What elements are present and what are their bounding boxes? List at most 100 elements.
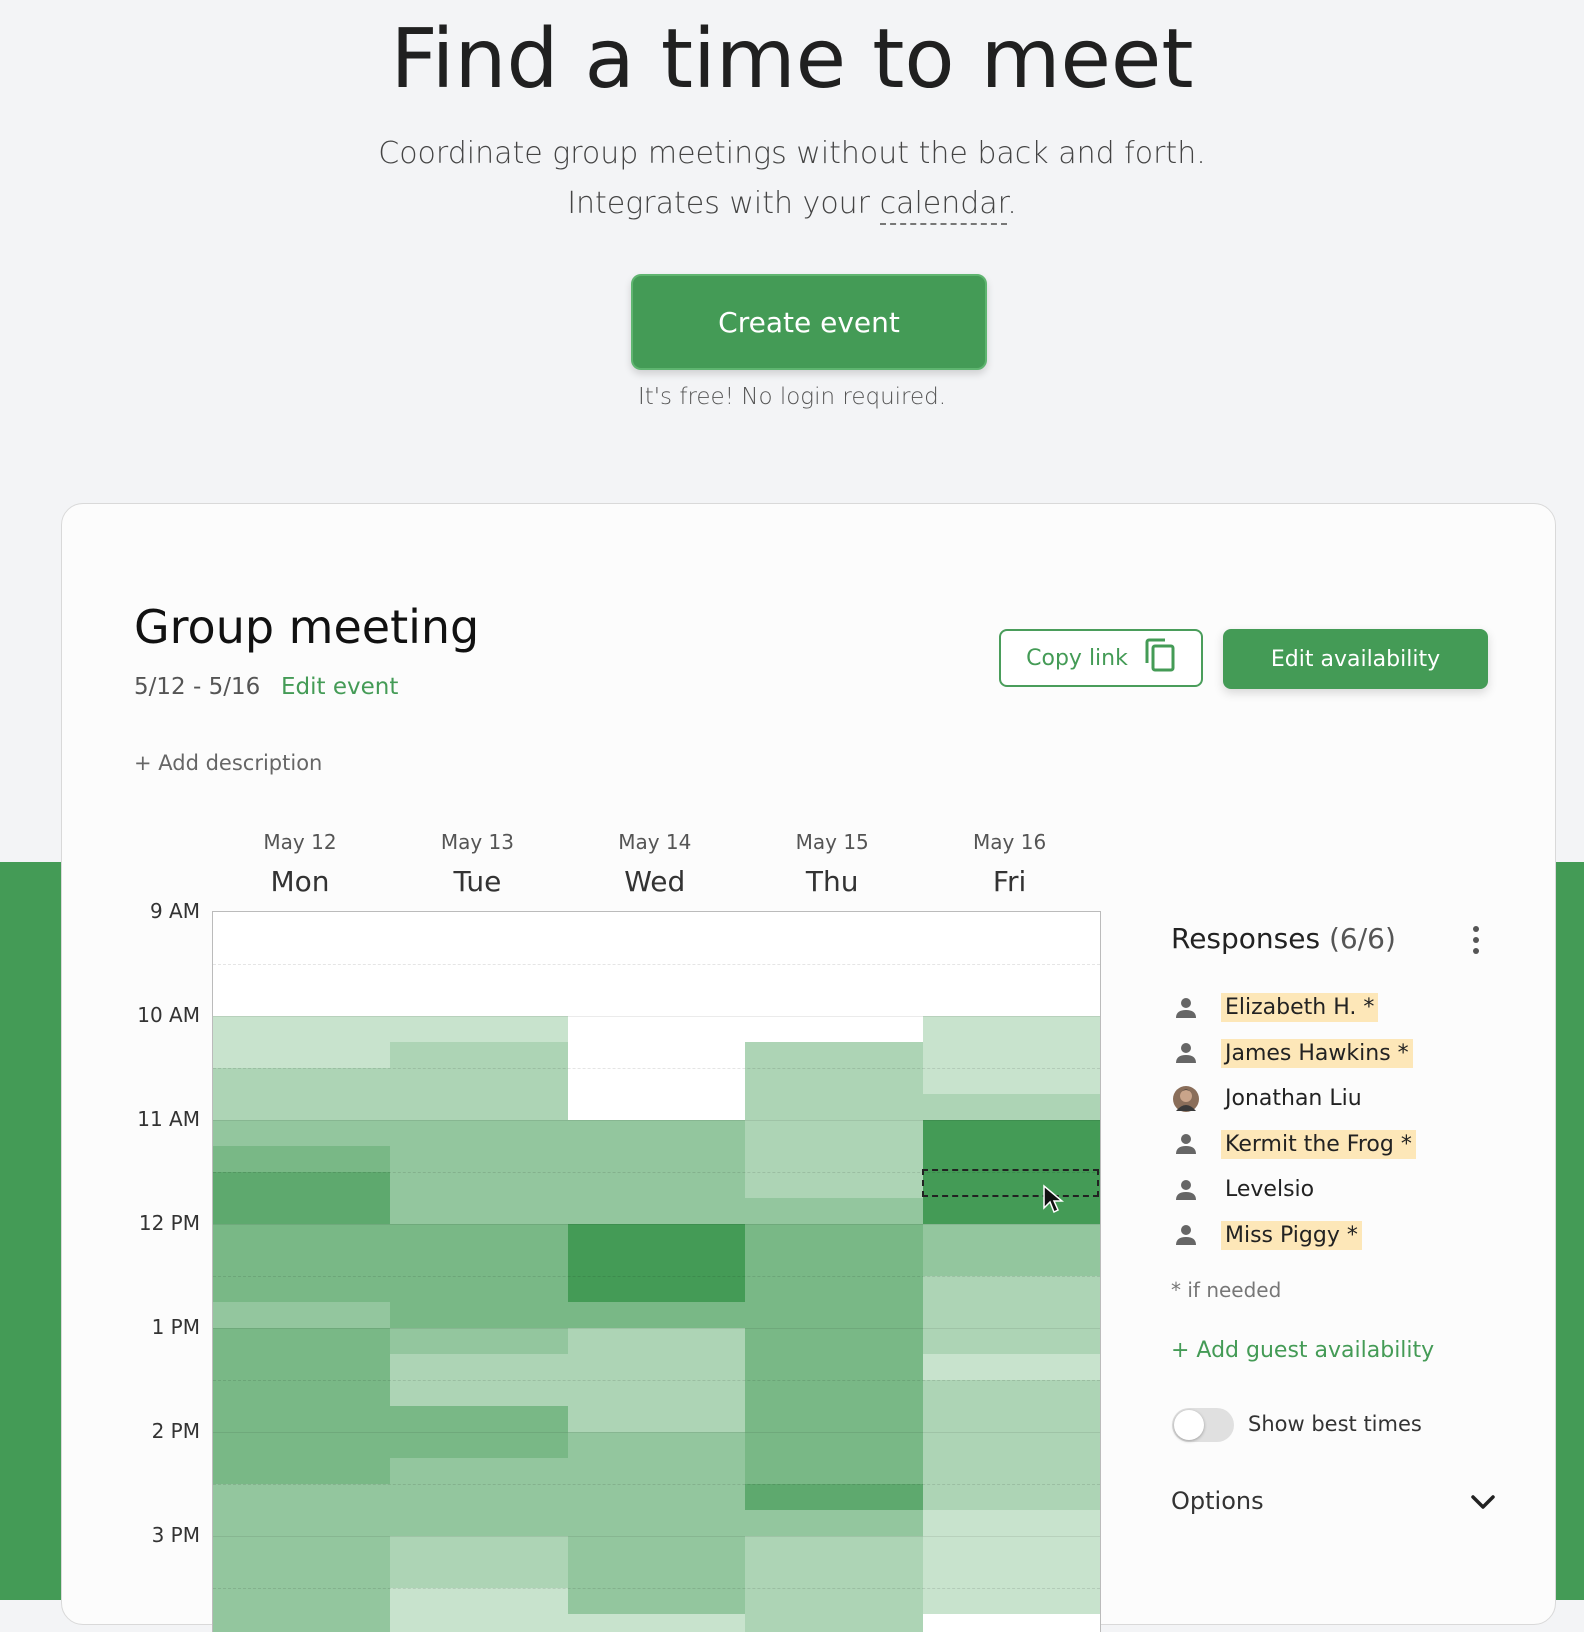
time-slot[interactable]: [213, 1406, 391, 1433]
time-slot[interactable]: [567, 990, 746, 1017]
time-slot[interactable]: [745, 1198, 923, 1225]
time-slot[interactable]: [390, 1250, 568, 1277]
more-options-icon[interactable]: [1470, 925, 1482, 955]
time-slot[interactable]: [567, 1042, 746, 1069]
edit-availability-button[interactable]: Edit availability: [1223, 629, 1488, 689]
time-slot[interactable]: [213, 1172, 391, 1199]
time-slot[interactable]: [213, 1250, 391, 1277]
time-slot[interactable]: [745, 1588, 923, 1615]
time-slot[interactable]: [745, 1276, 923, 1303]
time-slot[interactable]: [213, 1484, 391, 1511]
time-slot[interactable]: [745, 1562, 923, 1589]
time-slot[interactable]: [567, 1146, 746, 1173]
time-slot[interactable]: [390, 990, 568, 1017]
time-slot[interactable]: [567, 912, 746, 939]
time-slot[interactable]: [745, 1146, 923, 1173]
response-row[interactable]: Elizabeth H. *: [1171, 985, 1416, 1031]
time-slot[interactable]: [922, 1120, 1100, 1147]
time-slot[interactable]: [745, 1406, 923, 1433]
time-slot[interactable]: [567, 1380, 746, 1407]
time-slot[interactable]: [567, 1458, 746, 1485]
time-slot[interactable]: [922, 1016, 1100, 1043]
time-slot[interactable]: [745, 1042, 923, 1069]
time-slot[interactable]: [567, 1016, 746, 1043]
time-slot[interactable]: [390, 1432, 568, 1459]
time-slot[interactable]: [213, 1042, 391, 1069]
time-slot[interactable]: [745, 1016, 923, 1043]
time-slot[interactable]: [922, 1068, 1100, 1095]
time-slot[interactable]: [213, 1068, 391, 1095]
response-row[interactable]: Jonathan Liu: [1171, 1076, 1416, 1122]
day-column-wed[interactable]: [567, 912, 747, 1632]
time-slot[interactable]: [213, 1094, 391, 1121]
time-slot[interactable]: [567, 1198, 746, 1225]
chevron-down-icon[interactable]: [1470, 1492, 1496, 1512]
time-slot[interactable]: [567, 1354, 746, 1381]
time-slot[interactable]: [390, 1016, 568, 1043]
time-slot[interactable]: [390, 1276, 568, 1303]
time-slot[interactable]: [390, 1068, 568, 1095]
time-slot[interactable]: [922, 1614, 1100, 1632]
time-slot[interactable]: [390, 1406, 568, 1433]
time-slot[interactable]: [745, 1250, 923, 1277]
time-slot[interactable]: [922, 1588, 1100, 1615]
time-slot[interactable]: [745, 912, 923, 939]
time-slot[interactable]: [213, 938, 391, 965]
time-slot[interactable]: [922, 1380, 1100, 1407]
time-slot[interactable]: [567, 1302, 746, 1329]
time-slot[interactable]: [745, 1094, 923, 1121]
time-slot[interactable]: [213, 990, 391, 1017]
time-slot[interactable]: [745, 1614, 923, 1632]
day-column-thu[interactable]: [745, 912, 924, 1632]
time-slot[interactable]: [745, 1120, 923, 1147]
edit-event-link[interactable]: Edit event: [281, 674, 398, 700]
time-slot[interactable]: [922, 1562, 1100, 1589]
time-slot[interactable]: [213, 1328, 391, 1355]
time-slot[interactable]: [567, 1588, 746, 1615]
time-slot[interactable]: [745, 1380, 923, 1407]
time-slot[interactable]: [567, 1276, 746, 1303]
time-slot[interactable]: [567, 1484, 746, 1511]
time-slot[interactable]: [213, 1432, 391, 1459]
time-slot[interactable]: [922, 1458, 1100, 1485]
time-slot[interactable]: [390, 912, 568, 939]
time-slot[interactable]: [390, 1562, 568, 1589]
time-slot[interactable]: [922, 1302, 1100, 1329]
time-slot[interactable]: [922, 1224, 1100, 1251]
time-slot[interactable]: [567, 1224, 746, 1251]
time-slot[interactable]: [213, 1458, 391, 1485]
response-row[interactable]: Miss Piggy *: [1171, 1213, 1416, 1259]
time-slot[interactable]: [745, 1536, 923, 1563]
time-slot[interactable]: [567, 938, 746, 965]
time-slot[interactable]: [390, 1484, 568, 1511]
time-slot[interactable]: [745, 1328, 923, 1355]
time-slot[interactable]: [567, 964, 746, 991]
time-slot[interactable]: [922, 1250, 1100, 1277]
time-slot[interactable]: [213, 1614, 391, 1632]
time-slot[interactable]: [390, 1614, 568, 1632]
time-slot[interactable]: [213, 1380, 391, 1407]
time-slot[interactable]: [745, 1172, 923, 1199]
time-slot[interactable]: [213, 1224, 391, 1251]
time-slot[interactable]: [745, 1068, 923, 1095]
time-slot[interactable]: [922, 1042, 1100, 1069]
day-column-mon[interactable]: [213, 912, 392, 1632]
time-slot[interactable]: [213, 1146, 391, 1173]
time-slot[interactable]: [213, 1536, 391, 1563]
time-slot[interactable]: [213, 1588, 391, 1615]
time-slot[interactable]: [922, 912, 1100, 939]
time-slot[interactable]: [745, 964, 923, 991]
calendar-link[interactable]: calendar: [879, 186, 1008, 225]
response-row[interactable]: James Hawkins *: [1171, 1031, 1416, 1077]
time-slot[interactable]: [745, 1432, 923, 1459]
time-slot[interactable]: [745, 1354, 923, 1381]
time-slot[interactable]: [745, 1302, 923, 1329]
time-slot[interactable]: [567, 1614, 746, 1632]
time-slot[interactable]: [390, 938, 568, 965]
time-slot[interactable]: [922, 938, 1100, 965]
time-slot[interactable]: [390, 1042, 568, 1069]
time-slot[interactable]: [390, 1094, 568, 1121]
time-slot[interactable]: [567, 1120, 746, 1147]
time-slot[interactable]: [922, 1354, 1100, 1381]
time-slot[interactable]: [567, 1432, 746, 1459]
